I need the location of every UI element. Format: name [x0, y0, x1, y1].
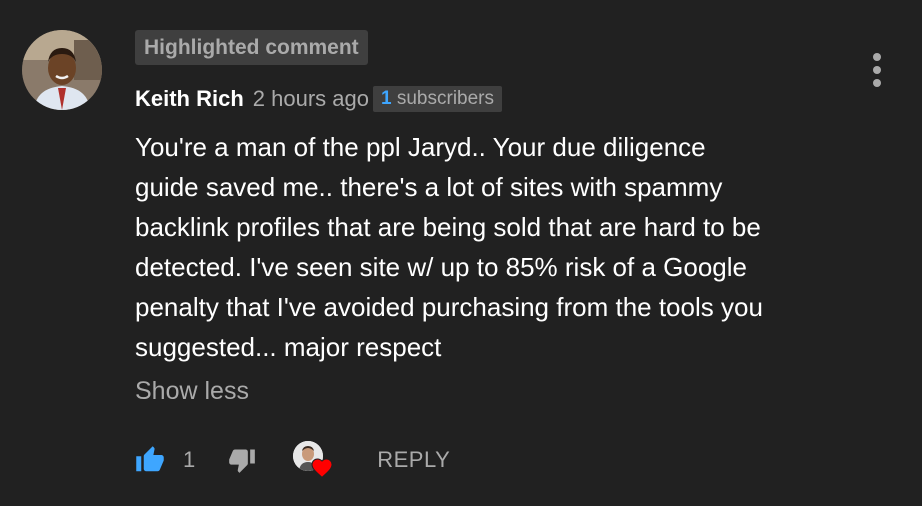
comment-actions: 1 REPLY [133, 438, 450, 482]
more-vert-icon [873, 53, 881, 87]
comment-menu-button[interactable] [862, 50, 892, 90]
highlighted-comment-badge: Highlighted comment [135, 30, 368, 65]
heart-icon [310, 456, 334, 480]
avatar-photo-icon [22, 30, 102, 110]
creator-heart [293, 439, 335, 481]
creator-heart-icon [311, 458, 333, 479]
thumbs-down-icon [229, 449, 256, 473]
subscribers-badge: 1 subscribers [373, 86, 503, 112]
author-avatar[interactable] [22, 30, 102, 110]
comment-thread: Highlighted comment Keith Rich 2 hours a… [0, 0, 922, 506]
comment-header: Keith Rich 2 hours ago 1 subscribers [135, 84, 503, 114]
comment-timestamp[interactable]: 2 hours ago [253, 86, 369, 112]
like-button[interactable] [133, 443, 167, 477]
thumbs-up-icon [136, 446, 164, 472]
subscribers-count: 1 [381, 88, 392, 109]
reply-button[interactable]: REPLY [377, 447, 450, 473]
show-less-button[interactable]: Show less [135, 377, 249, 406]
subscribers-label: subscribers [396, 88, 495, 109]
comment-text: You're a man of the ppl Jaryd.. Your due… [135, 132, 763, 362]
author-name[interactable]: Keith Rich [135, 86, 244, 112]
dislike-button[interactable] [225, 443, 259, 477]
like-count: 1 [183, 447, 196, 472]
